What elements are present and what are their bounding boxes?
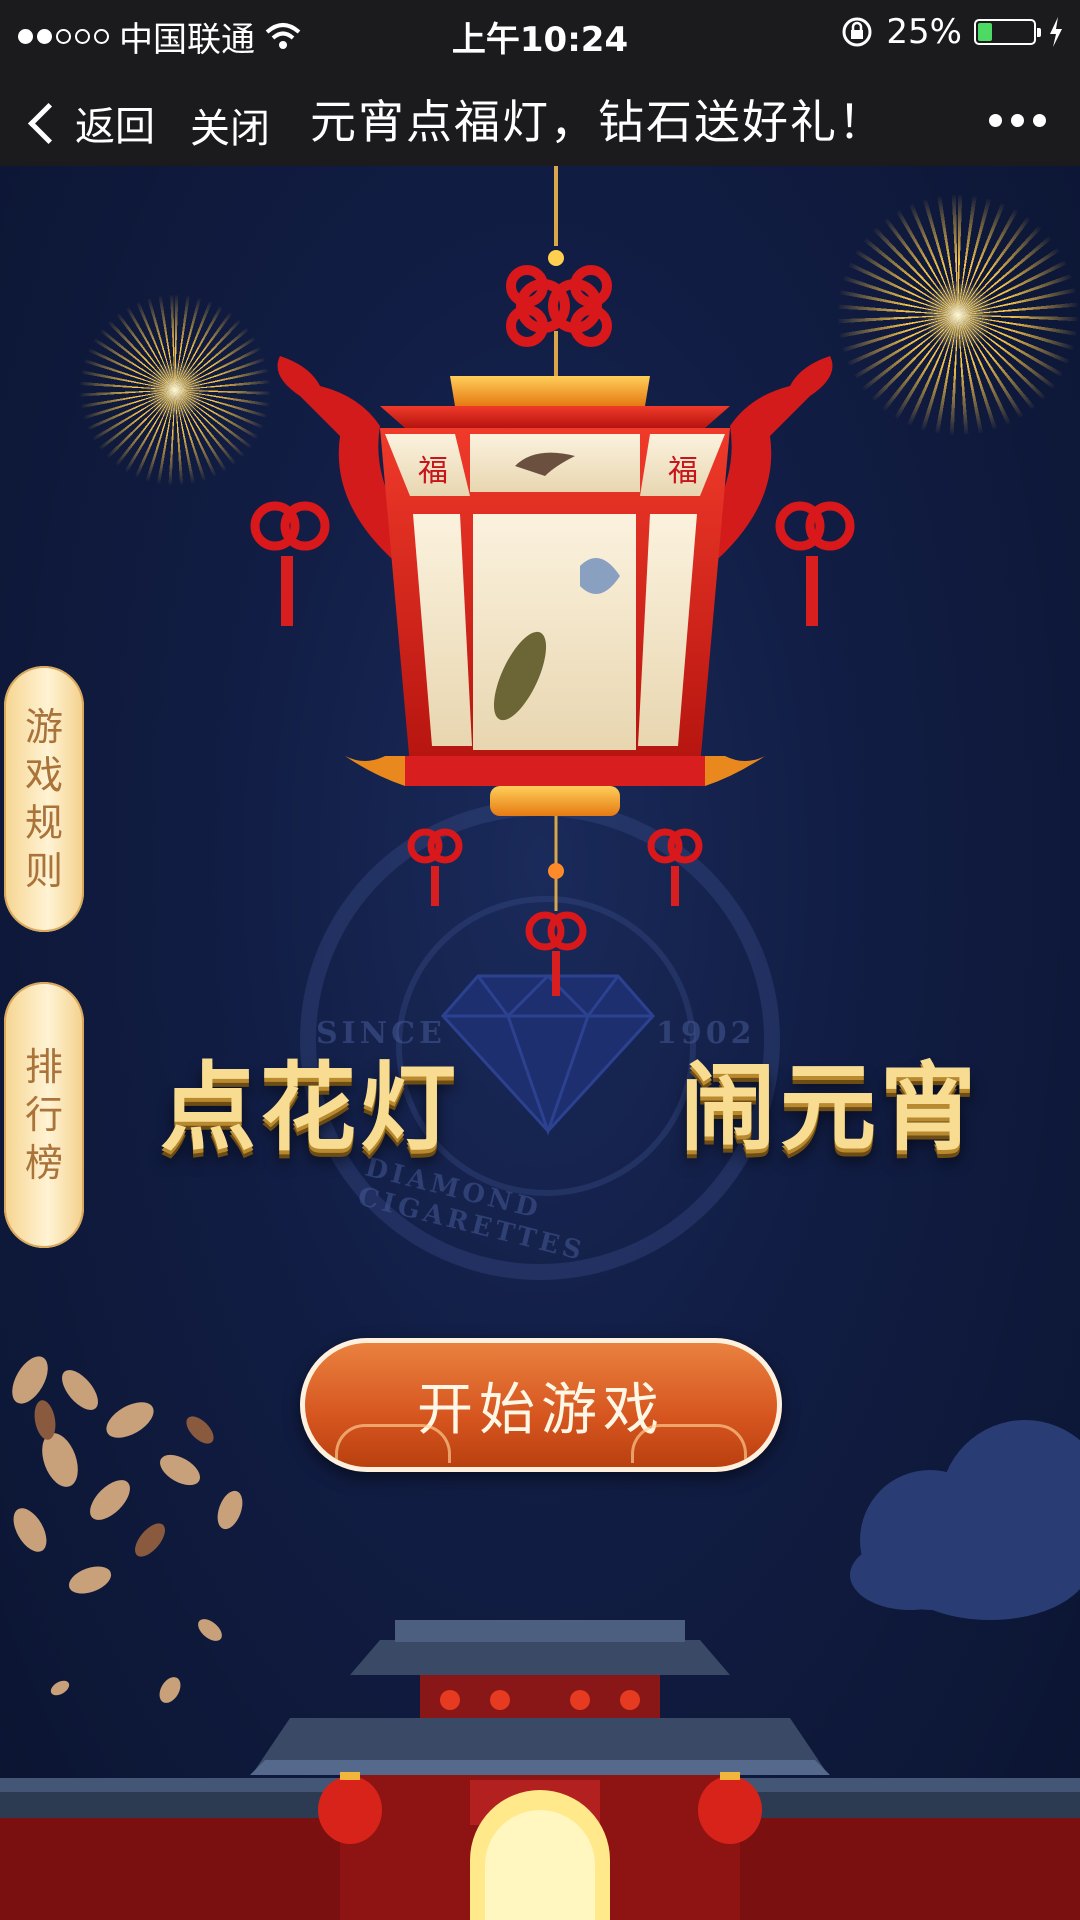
charging-icon — [1050, 17, 1062, 47]
battery-icon — [974, 19, 1041, 45]
cloud-pattern-icon — [631, 1424, 747, 1463]
battery-area: 25% — [840, 12, 1064, 52]
game-landing-page: 中国联通 上午10:24 25% 返回 关闭 元宵点福灯，钻石送好礼！ SINC… — [0, 0, 1080, 1920]
back-label: 返回 — [75, 104, 155, 150]
rotation-lock-icon — [842, 17, 872, 47]
rules-char-3: 规 — [24, 801, 63, 845]
ranking-char-2: 行 — [24, 1093, 63, 1137]
start-game-button[interactable]: 开始游戏 — [300, 1338, 782, 1472]
rules-char-2: 戏 — [24, 753, 63, 797]
rules-char-4: 则 — [24, 849, 63, 893]
game-rules-button[interactable]: 游 戏 规 则 — [4, 666, 84, 932]
palace-lantern-illustration: 福 福 — [250, 166, 855, 996]
more-dots-icon — [989, 114, 1002, 127]
headline-right: 闹元宵 — [680, 1052, 980, 1164]
lantern-fu-right: 福 — [668, 454, 698, 489]
start-game-label: 开始游戏 — [417, 1377, 665, 1443]
more-menu-button[interactable] — [989, 114, 1046, 127]
close-button[interactable]: 关闭 — [190, 96, 270, 154]
headline-left: 点花灯 — [160, 1052, 460, 1164]
page-title: 元宵点福灯，钻石送好礼！ — [310, 95, 886, 149]
chevron-left-icon — [27, 102, 70, 144]
game-headline: 点花灯 闹元宵 — [160, 1030, 980, 1169]
lantern-fu-left: 福 — [418, 454, 448, 489]
ranking-char-3: 榜 — [24, 1141, 63, 1185]
ranking-char-1: 排 — [24, 1045, 63, 1089]
leaderboard-button[interactable]: 排 行 榜 — [4, 982, 84, 1248]
back-button[interactable]: 返回 — [26, 94, 155, 152]
battery-percent: 25% — [886, 12, 962, 52]
rules-char-1: 游 — [24, 705, 63, 749]
cloud-pattern-icon — [335, 1424, 451, 1463]
status-bar: 中国联通 上午10:24 25% — [0, 0, 1080, 66]
nav-bar: 返回 关闭 元宵点福灯，钻石送好礼！ — [0, 66, 1080, 166]
palace-gate-illustration — [0, 1620, 1080, 1920]
